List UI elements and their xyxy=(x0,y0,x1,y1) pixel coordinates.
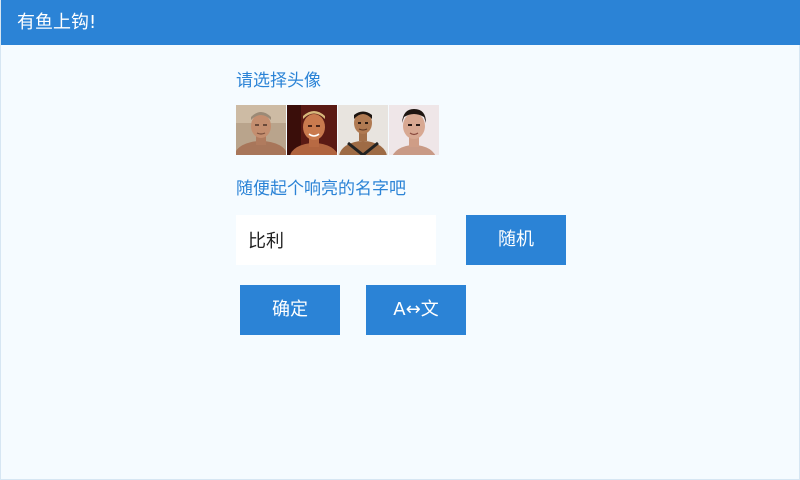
avatar-option-2[interactable] xyxy=(287,105,337,155)
avatar-option-4[interactable] xyxy=(389,105,439,155)
avatar-man-4-icon xyxy=(389,105,439,155)
avatar-man-3-icon xyxy=(338,105,388,155)
avatar-picker xyxy=(236,105,440,155)
app-window: 有鱼上钩! 请选择头像 随便起个响亮的名字吧 比利 随机 确定 A↔文 xyxy=(0,0,800,480)
language-toggle-button[interactable]: A↔文 xyxy=(366,285,466,335)
avatar-option-1[interactable] xyxy=(236,105,286,155)
avatar-man-2-icon xyxy=(287,105,337,155)
avatar-option-3[interactable] xyxy=(338,105,388,155)
avatar-man-1-icon xyxy=(236,105,286,155)
name-section-label: 随便起个响亮的名字吧 xyxy=(236,179,406,199)
avatar-section-label: 请选择头像 xyxy=(236,71,321,91)
random-name-button[interactable]: 随机 xyxy=(466,215,566,265)
app-title: 有鱼上钩! xyxy=(17,12,97,33)
confirm-button[interactable]: 确定 xyxy=(240,285,340,335)
title-bar: 有鱼上钩! xyxy=(1,0,800,45)
name-input[interactable] xyxy=(236,215,436,265)
